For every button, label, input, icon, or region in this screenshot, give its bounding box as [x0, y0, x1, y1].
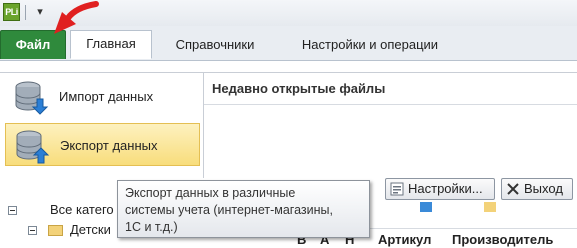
- tooltip-line: системы учета (интернет-магазины,: [125, 203, 333, 217]
- export-tooltip: Экспорт данных в различные системы учета…: [117, 180, 370, 238]
- tree-expander[interactable]: [8, 206, 17, 215]
- divider: [204, 104, 577, 105]
- folder-icon: [484, 202, 496, 212]
- import-data-item[interactable]: Импорт данных: [5, 75, 200, 118]
- tab-settings-operations[interactable]: Настройки и операции: [280, 32, 460, 59]
- recent-files-panel: Недавно открытые файлы: [204, 73, 577, 178]
- tooltip-line: 1С и т.д.): [125, 220, 178, 234]
- exit-button-label: Выход: [524, 181, 563, 196]
- grid-icon: [420, 202, 432, 212]
- backstage-view: Импорт данных Экспорт данных Недавно отк…: [0, 61, 577, 178]
- tree-root-label[interactable]: Все катего: [50, 202, 114, 217]
- backstage-menu: Импорт данных Экспорт данных: [0, 73, 204, 178]
- column-header[interactable]: Артикул: [378, 232, 431, 247]
- tab-references[interactable]: Справочники: [160, 32, 270, 59]
- database-import-icon: [15, 81, 49, 115]
- import-data-label: Импорт данных: [59, 89, 154, 104]
- settings-icon: [390, 182, 404, 196]
- database-export-icon: [16, 130, 50, 164]
- app-icon[interactable]: PLi: [3, 3, 20, 21]
- column-header[interactable]: Производитель: [452, 232, 553, 247]
- exit-button[interactable]: Выход: [501, 178, 573, 200]
- quick-access-separator: [25, 5, 26, 20]
- settings-button-label: Настройки...: [408, 181, 483, 196]
- settings-button[interactable]: Настройки...: [385, 178, 495, 200]
- red-arrow-annotation: [54, 1, 99, 34]
- folder-icon: [48, 225, 63, 236]
- close-icon: [507, 183, 519, 195]
- tree-child-label[interactable]: Детски: [70, 222, 111, 237]
- export-data-label: Экспорт данных: [60, 138, 158, 153]
- export-data-item[interactable]: Экспорт данных: [5, 123, 200, 166]
- recent-files-title: Недавно открытые файлы: [212, 81, 386, 96]
- tooltip-line: Экспорт данных в различные: [125, 186, 296, 200]
- tree-expander[interactable]: [28, 226, 37, 235]
